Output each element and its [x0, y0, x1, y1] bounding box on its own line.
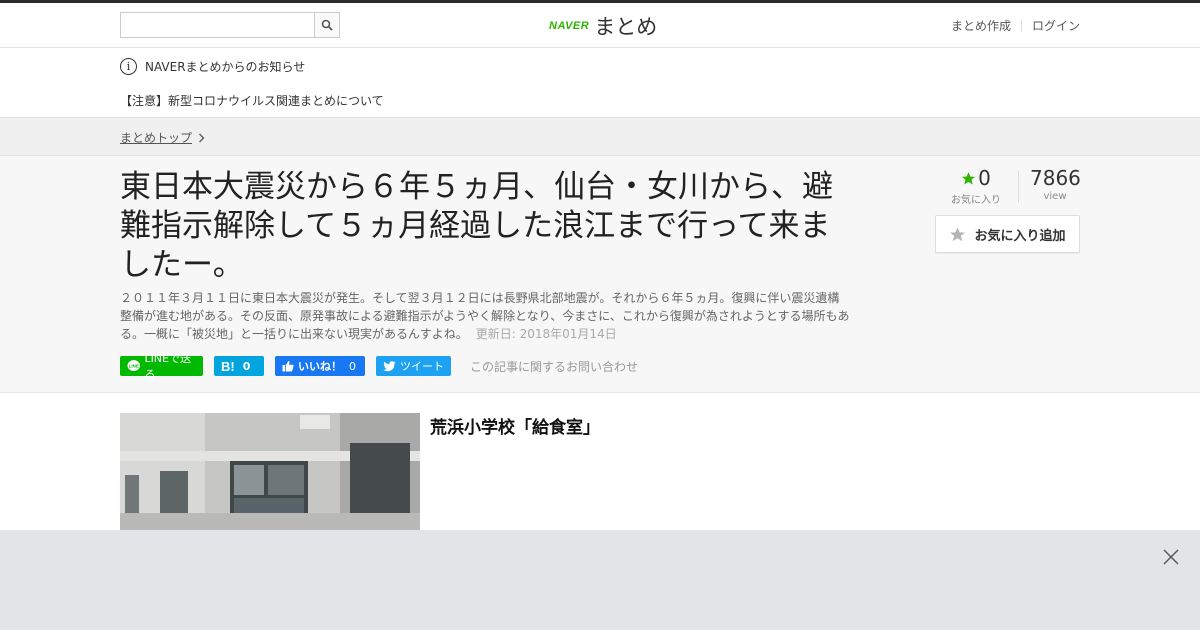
add-favorite-button[interactable]: お気に入り追加 [935, 215, 1080, 253]
article-photo [120, 413, 420, 530]
views-label: view [1043, 191, 1067, 202]
add-favorite-label: お気に入り追加 [974, 228, 1066, 244]
notice-panel: i NAVERまとめからのお知らせ 【注意】新型コロナウイルス関連まとめについて [0, 48, 1200, 118]
favorites-count: 0 [978, 166, 991, 190]
search-button[interactable] [314, 13, 339, 37]
header-links: まとめ作成 ログイン [951, 17, 1080, 34]
views-stat: 7866 view [1030, 166, 1081, 202]
line-share-button[interactable]: LINE LINEで送る [120, 352, 203, 381]
updated-date: 更新日: 2018年01月14日 [475, 327, 617, 341]
chevron-right-icon [199, 133, 205, 142]
notice-heading: i NAVERまとめからのお知らせ [120, 58, 305, 75]
school-building-photo [120, 413, 420, 530]
logo-title: まとめ [594, 15, 658, 39]
views-count: 7866 [1030, 166, 1081, 190]
svg-text:LINE: LINE [129, 363, 139, 368]
article-header: 東日本大震災から６年５ヵ月、仙台・女川から、避難指示解除して５ヵ月経過した浪江ま… [0, 156, 1200, 393]
breadcrumb-label: まとめトップ [120, 131, 193, 145]
share-bar: LINE LINEで送る B! 0 いいね！ 0 ツイート この記事に関するお問… [120, 352, 638, 381]
favorites-stat: 0 お気に入り [935, 166, 1017, 206]
link-divider [1020, 19, 1022, 32]
notice-item-link[interactable]: 【注意】新型コロナウイルス関連まとめについて [120, 92, 384, 109]
login-link[interactable]: ログイン [1032, 17, 1080, 34]
search-box [120, 12, 340, 38]
create-matome-link[interactable]: まとめ作成 [951, 17, 1011, 34]
section-heading: 荒浜小学校「給食室」 [430, 418, 600, 438]
tweet-label: ツイート [400, 360, 444, 373]
info-icon: i [120, 58, 137, 75]
favorites-label: お気に入り [951, 195, 1001, 206]
search-input[interactable] [121, 13, 314, 37]
hatena-count: 0 [242, 359, 251, 373]
facebook-like-label: いいね！ [298, 360, 342, 373]
star-icon [962, 171, 976, 184]
star-outline-icon [950, 226, 966, 241]
article-description: ２０１１年３月１１日に東日本大震災が発生。そして翌３月１２日には長野県北部地震が… [120, 289, 850, 343]
line-share-label: LINEで送る [144, 352, 191, 381]
inquiry-link[interactable]: この記事に関するお問い合わせ [470, 358, 638, 375]
stats-divider [1018, 171, 1019, 203]
line-icon: LINE [127, 360, 140, 371]
thumbs-up-icon [282, 361, 294, 372]
article-stats: 0 お気に入り 7866 view [935, 166, 1081, 206]
hatena-icon: B! [221, 358, 235, 374]
tweet-button[interactable]: ツイート [376, 356, 451, 376]
top-bar: NAVER まとめ まとめ作成 ログイン [0, 0, 1200, 48]
ad-banner [0, 530, 1200, 630]
notice-heading-text: NAVERまとめからのお知らせ [145, 60, 306, 74]
article-title: 東日本大震災から６年５ヵ月、仙台・女川から、避難指示解除して５ヵ月経過した浪江ま… [120, 169, 833, 283]
hatena-bookmark-button[interactable]: B! 0 [214, 356, 264, 376]
site-logo[interactable]: NAVER まとめ [549, 11, 657, 41]
article-body: 荒浜小学校「給食室」 [0, 393, 1200, 530]
logo-brand: NAVER [549, 20, 590, 32]
facebook-like-count: 0 [349, 359, 356, 373]
facebook-like-button[interactable]: いいね！ 0 [275, 356, 365, 376]
breadcrumb: まとめトップ [0, 118, 1200, 156]
breadcrumb-top-link[interactable]: まとめトップ [120, 129, 205, 146]
favorites-count-row: 0 [935, 166, 1017, 190]
twitter-bird-icon [383, 360, 396, 371]
close-icon[interactable] [1162, 548, 1180, 566]
search-icon [321, 19, 333, 31]
